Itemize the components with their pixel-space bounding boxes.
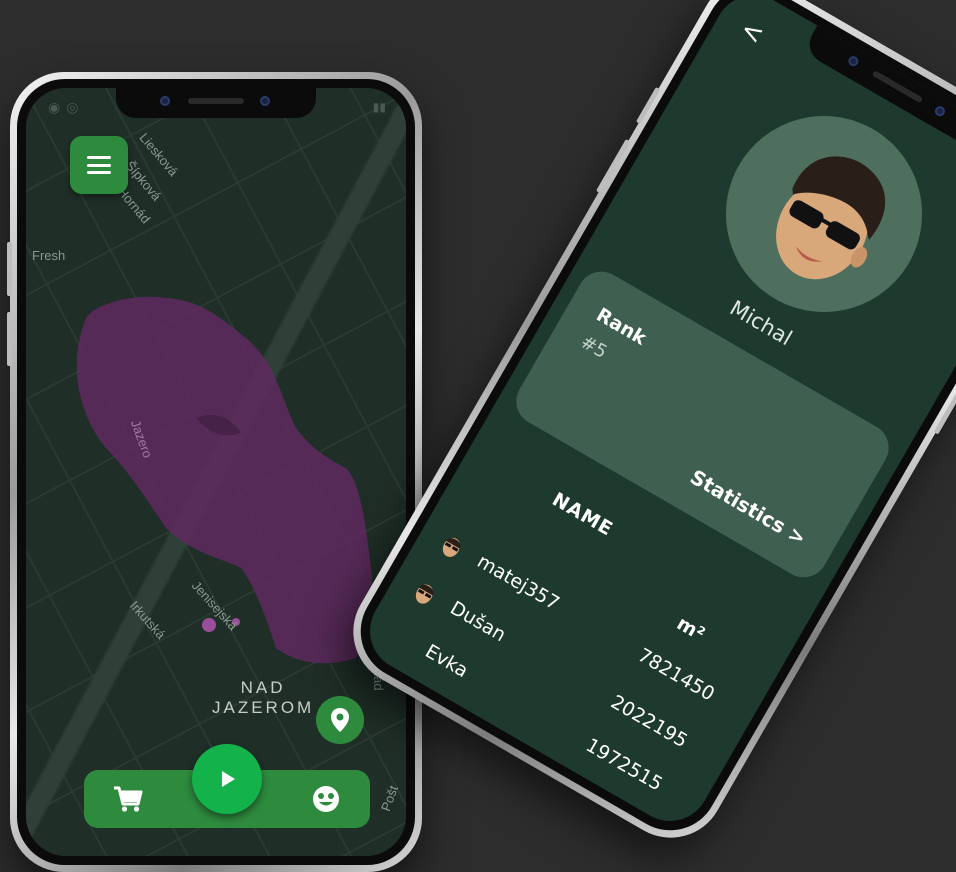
district-label-line1: NAD [240,678,286,697]
camera-icon [160,96,170,106]
leaderboard-area-header: m² [673,612,709,646]
leaderboard-name-header: NAME [548,488,617,541]
rank-value: #5 [577,331,611,363]
menu-button[interactable] [70,136,128,194]
play-icon [222,771,235,787]
profile-screen: < Michal Rank #5 Statistics > NAME m² ma… [355,0,956,836]
status-bar-icons: ◉◎ [48,100,85,116]
sensor-icon [933,104,947,119]
face-icon [313,786,339,812]
statistics-link[interactable]: Statistics > [686,465,810,551]
sensor-icon [260,96,270,106]
leaderboard-area: 7821450 [633,644,719,706]
back-button[interactable]: < [735,14,769,51]
volume-up-button [7,242,12,296]
leaderboard-avatar-icon [433,527,471,565]
district-label-line2: JAZEROM [212,698,315,717]
rank-card[interactable]: Rank #5 Statistics > [507,262,898,587]
leaderboard-avatar-icon [406,574,444,612]
start-run-button[interactable] [192,744,262,814]
profile-phone: < Michal Rank #5 Statistics > NAME m² ma… [333,0,956,858]
camera-icon [846,54,861,69]
volume-down-button [7,312,12,366]
map-screen: ◉◎ ▮▮ Liesková Šípková Hornád Jenisejská… [26,88,406,856]
phone-notch [116,88,316,118]
map-phone: ◉◎ ▮▮ Liesková Šípková Hornád Jenisejská… [7,72,422,872]
hamburger-icon [87,156,111,174]
poi-marker[interactable] [202,618,216,632]
profile-button[interactable] [310,783,342,815]
location-pin-icon [331,708,349,732]
district-label: NAD JAZEROM [212,678,314,718]
cart-icon [114,786,143,812]
street-label: Fresh [32,248,66,263]
location-button[interactable] [316,696,364,744]
shop-button[interactable] [112,783,144,815]
speaker-grille [188,98,244,104]
status-bar-battery: ▮▮ [372,100,386,114]
